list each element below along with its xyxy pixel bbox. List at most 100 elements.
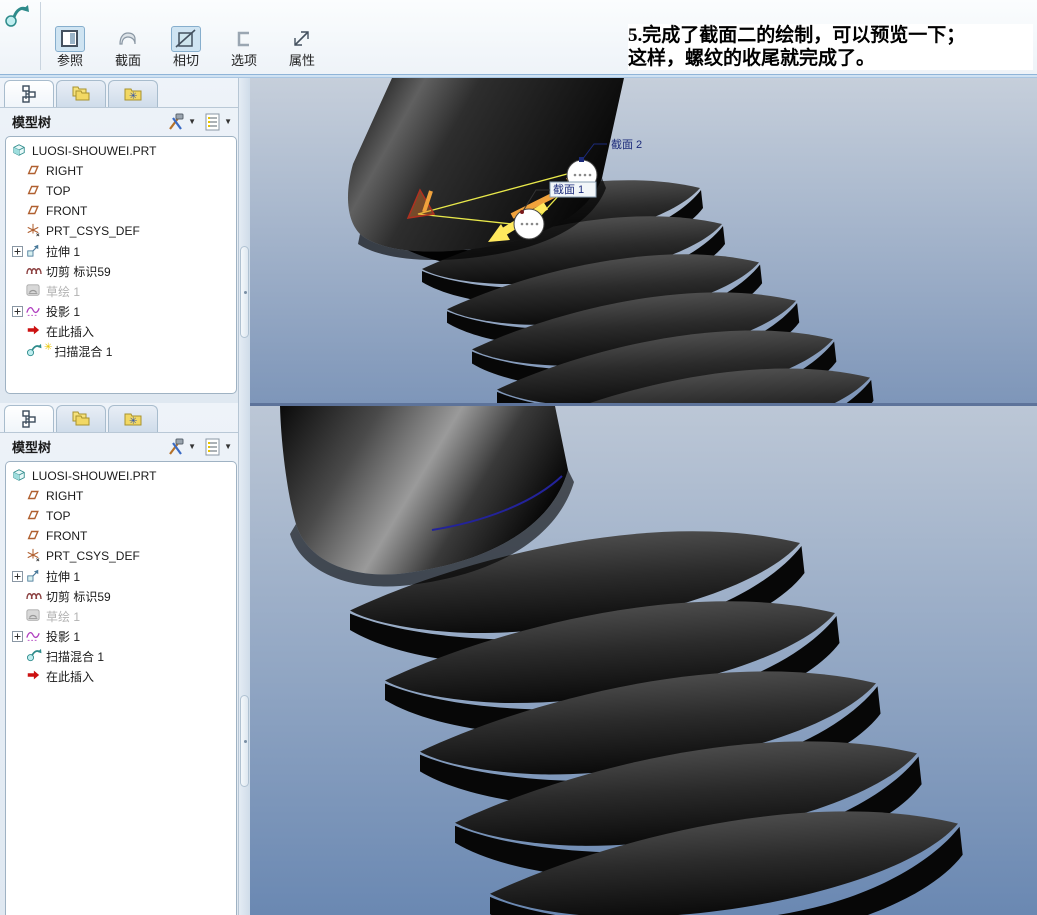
tree-item-swept-blend[interactable]: ✳ 扫描混合 1 [10,341,236,361]
folder-asterisk-icon: ✳ [122,410,144,428]
swept-blend-tool-icon[interactable] [4,3,32,31]
tab-folder-browser[interactable] [56,80,106,107]
folders-icon [70,410,92,428]
folders-icon [70,85,92,103]
sidebar-splitter[interactable] [238,403,250,915]
new-feature-badge: ✳ [44,341,53,353]
sketch-icon [26,283,42,299]
tree-item-csys[interactable]: PRT_CSYS_DEF [10,221,236,241]
tree-item-right[interactable]: RIGHT [10,486,236,506]
helical-sweep-icon [26,588,42,604]
tree-item-insert-here[interactable]: 在此插入 [10,666,236,686]
list-settings-icon [204,438,222,456]
annotation-line-1: 5.完成了截面二的绘制，可以预览一下； [628,25,966,46]
tree-item-sketch[interactable]: 草绘 1 [10,606,236,626]
chevron-down-icon: ▼ [188,117,197,126]
tree-item-top[interactable]: TOP [10,181,236,201]
tree-item-right[interactable]: RIGHT [10,161,236,181]
tangency-icon [171,26,201,52]
tree-item-label: 在此插入 [46,324,95,339]
tree-item-label: 投影 1 [46,629,81,644]
tree-item-label: 投影 1 [46,304,81,319]
options-icon [229,26,259,52]
chevron-down-icon: ▼ [188,442,197,451]
sketch-icon [26,608,42,624]
references-button[interactable]: 参照 [48,26,92,68]
viewport-3d-bottom[interactable] [250,403,1037,915]
options-button[interactable]: 选项 [222,26,266,68]
tutorial-annotation: 5.完成了截面二的绘制，可以预览一下； 这样，螺纹的收尾就完成了。 [628,24,1033,70]
swept-blend-icon [26,648,42,664]
tree-item-sketch[interactable]: 草绘 1 [10,281,236,301]
tree-item-label: RIGHT [46,489,84,503]
tree-item-part-root[interactable]: LUOSI-SHOUWEI.PRT [10,141,236,161]
references-icon [55,26,85,52]
expand-icon[interactable] [12,570,23,582]
splitter-handle[interactable] [240,246,249,338]
tab-favorites[interactable]: ✳ [108,80,158,107]
dashboard-toolbar: 参照 截面 相切 选项 属性 5.完成了截面二的绘制，可以预览一下； 这样，螺纹… [0,0,1037,74]
tree-filters-button[interactable]: ▼ [166,438,196,456]
properties-button[interactable]: 属性 [280,26,324,68]
tangency-button[interactable]: 相切 [164,26,208,68]
tree-item-helical-cut[interactable]: 切剪 标识59 [10,261,236,281]
tab-model-tree[interactable] [4,80,54,107]
sections-button[interactable]: 截面 [106,26,150,68]
tree-item-projection[interactable]: 投影 1 [10,626,236,646]
section1-label: 截面 1 [553,182,584,196]
expand-icon[interactable] [12,305,23,317]
tree-item-csys[interactable]: PRT_CSYS_DEF [10,546,236,566]
tree-item-label: 扫描混合 1 [46,649,105,664]
tree-item-insert-here[interactable]: 在此插入 [10,321,236,341]
tree-item-front[interactable]: FRONT [10,526,236,546]
tree-item-part-root[interactable]: LUOSI-SHOUWEI.PRT [10,466,236,486]
model-tree: LUOSI-SHOUWEI.PRT RIGHT TOP FRONT PRT_CS… [5,136,237,394]
tree-item-extrude[interactable]: 拉伸 1 [10,241,236,261]
splitter-handle[interactable] [240,695,249,787]
swept-blend-icon [26,343,42,359]
tree-item-label: RIGHT [46,164,84,178]
section2-anchor [579,157,584,162]
tree-filters-button[interactable]: ▼ [166,113,196,131]
tree-item-label: 拉伸 1 [46,244,81,259]
viewport-3d-top[interactable]: 截面 2 截面 1 [250,78,1037,403]
folder-asterisk-icon: ✳ [122,85,144,103]
tree-item-helical-cut[interactable]: 切剪 标识59 [10,586,236,606]
svg-text:✳: ✳ [129,416,137,427]
tree-item-label: 切剪 标识59 [46,264,111,279]
tab-model-tree[interactable] [4,405,54,432]
part-icon [12,468,28,484]
section2-label: 截面 2 [611,137,642,151]
chevron-down-icon: ▼ [224,442,232,451]
tree-item-projection[interactable]: 投影 1 [10,301,236,321]
datum-plane-icon [26,203,42,219]
toolbar-divider [40,2,41,70]
tab-favorites[interactable]: ✳ [108,405,158,432]
tree-item-swept-blend[interactable]: 扫描混合 1 [10,646,236,666]
csys-icon [26,223,42,239]
tree-item-front[interactable]: FRONT [10,201,236,221]
tree-columns-button[interactable]: ▼ [204,438,232,456]
tree-columns-button[interactable]: ▼ [204,113,232,131]
drag-handle-section1[interactable] [513,208,545,240]
expand-icon[interactable] [12,630,23,642]
insert-here-icon [26,323,42,339]
sidebar-splitter[interactable] [238,78,250,403]
tree-item-label: FRONT [46,529,88,543]
tree-item-label: 扫描混合 1 [54,344,113,359]
tree-item-label: 草绘 1 [46,284,81,299]
projection-icon [26,628,42,644]
tree-item-extrude[interactable]: 拉伸 1 [10,566,236,586]
expand-icon[interactable] [12,245,23,257]
tree-title: 模型树 [12,440,52,455]
projection-icon [26,303,42,319]
tree-item-label: 切剪 标识59 [46,589,111,604]
csys-icon [26,548,42,564]
part-icon [12,143,28,159]
tree-item-top[interactable]: TOP [10,506,236,526]
properties-icon [287,26,317,52]
section1-anchor [520,210,524,214]
tree-item-label: FRONT [46,204,88,218]
tab-folder-browser[interactable] [56,405,106,432]
annotation-line-2: 这样，螺纹的收尾就完成了。 [628,48,876,69]
